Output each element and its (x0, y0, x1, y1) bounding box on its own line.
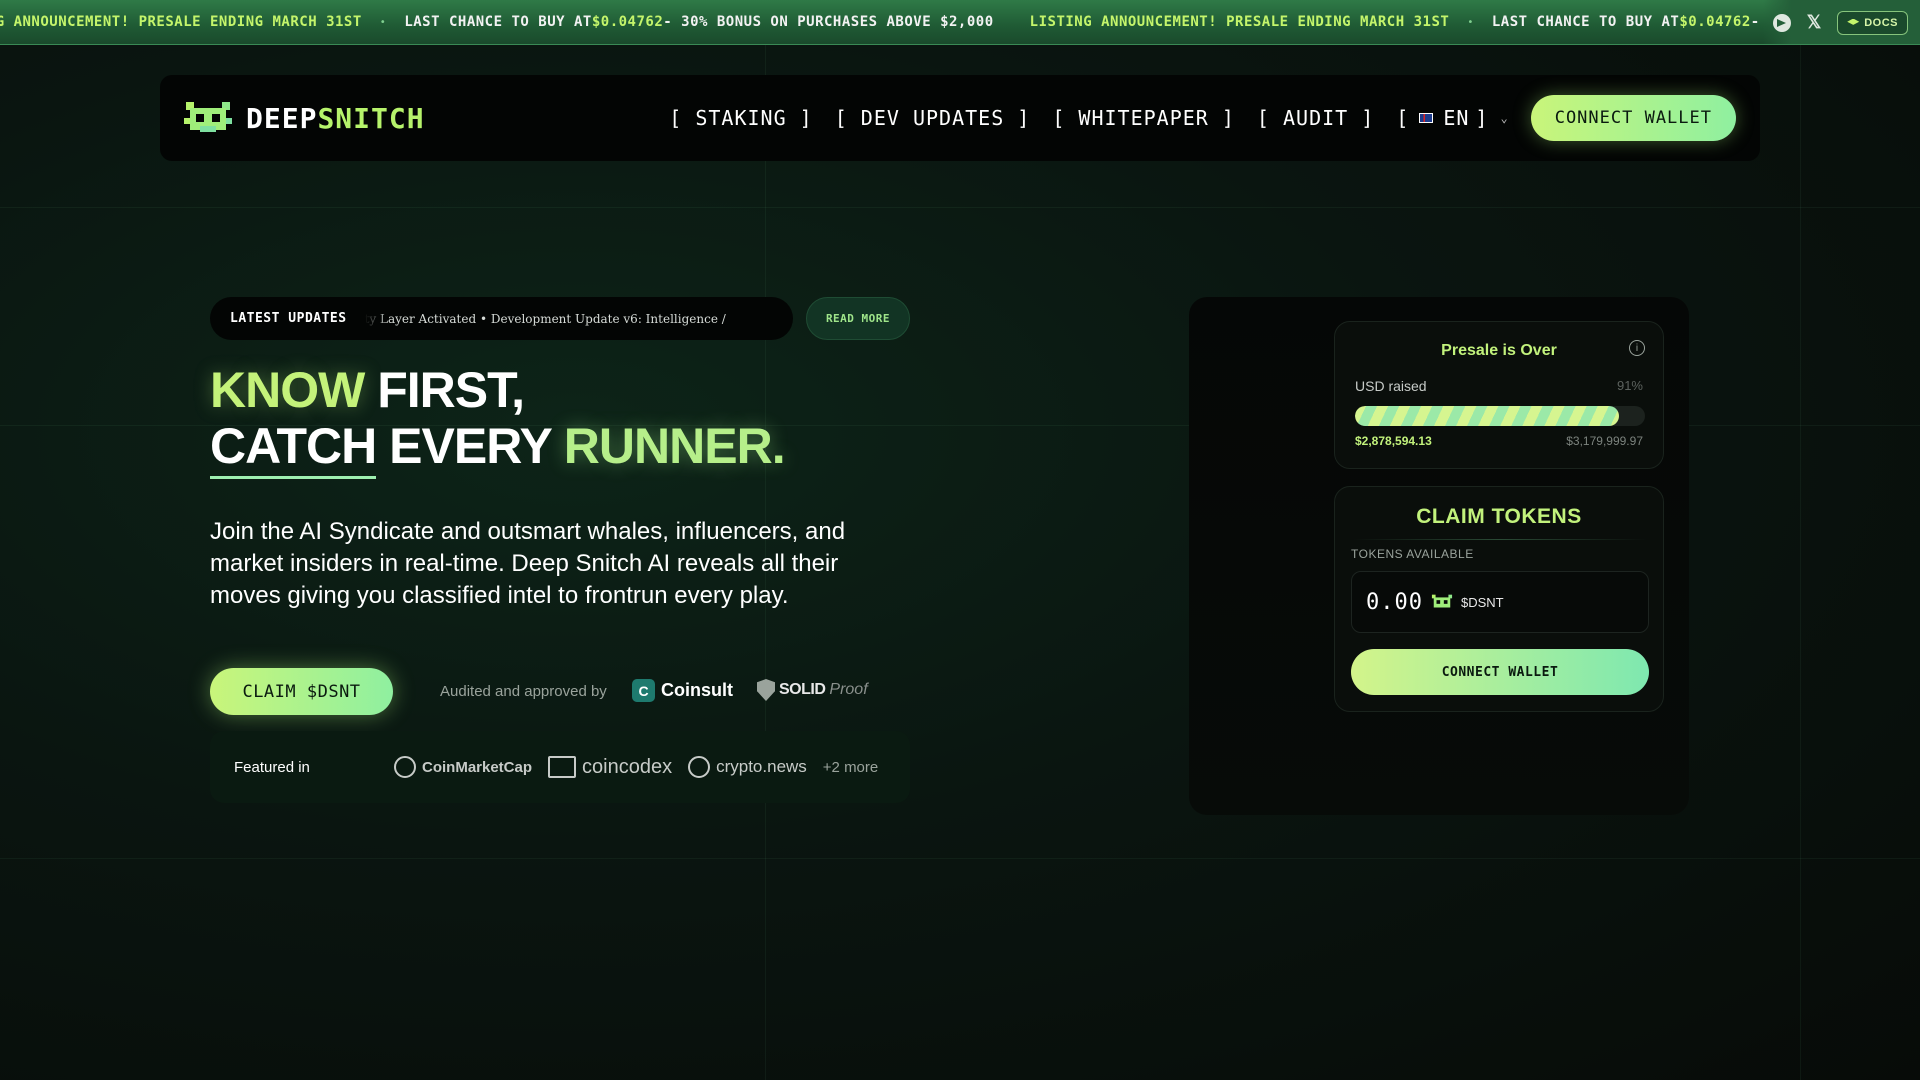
tokens-available-label: TOKENS AVAILABLE (1351, 547, 1474, 561)
grid-line (0, 858, 1920, 859)
announcement-ticker: STING ANNOUNCEMENT! PRESALE ENDING MARCH… (0, 0, 1920, 45)
hero-headline: KNOW FIRST, CATCH EVERY RUNNER. (210, 362, 786, 479)
telegram-icon[interactable] (1772, 13, 1791, 32)
nav-links: [ STAKING ] [ DEV UPDATES ] [ WHITEPAPER… (669, 95, 1736, 141)
dsnt-token-icon (1431, 594, 1453, 608)
coincodex-name: coincodex (582, 755, 673, 778)
progress-percent: 91% (1616, 378, 1643, 393)
solidproof-name-light: Proof (829, 681, 868, 698)
nav-staking[interactable]: [ STAKING ] (669, 106, 812, 130)
logo-text-snitch: SNITCH (317, 101, 425, 135)
progress-bar-fill (1355, 406, 1619, 426)
lang-bracket-open: [ (1396, 106, 1410, 130)
latest-updates-ticker[interactable]: ty Layer Activated • Development Update … (365, 312, 773, 326)
read-more-button[interactable]: READ MORE (806, 297, 910, 340)
audited-label: Audited and approved by (440, 683, 607, 700)
chevron-down-icon: ⌄ (1500, 111, 1509, 125)
grid-line (0, 207, 1920, 208)
cryptonews-icon (688, 756, 711, 778)
claim-tokens-title: CLAIM TOKENS (1416, 505, 1582, 528)
headline-first: FIRST, (364, 362, 525, 418)
claim-dsnt-button[interactable]: CLAIM $DSNT (210, 668, 393, 715)
solidproof-logo[interactable]: SOLID Proof (757, 679, 868, 701)
nav-whitepaper[interactable]: [ WHITEPAPER ] (1052, 106, 1235, 130)
lang-bracket-close: ] (1475, 106, 1489, 130)
headline-accent-runner: RUNNER. (563, 418, 786, 474)
shield-icon (757, 679, 775, 701)
headline-line-1: KNOW FIRST, (210, 362, 785, 418)
presale-title: Presale is Over (1441, 342, 1557, 359)
claim-tokens-card: CLAIM TOKENS TOKENS AVAILABLE 0.00 $DSNT… (1334, 486, 1664, 712)
uk-flag-icon (1419, 113, 1434, 123)
coinmarketcap-name: CoinMarketCap (422, 758, 533, 776)
cryptonews-name: crypto.news (716, 757, 807, 776)
coinsult-name: Coinsult (661, 680, 733, 700)
solidproof-name-bold: SOLID (779, 681, 826, 698)
x-icon[interactable]: 𝕏 (1807, 12, 1822, 33)
nav-dev-updates[interactable]: [ DEV UPDATES ] (835, 106, 1031, 130)
social-links: 𝕏 DOCS (1762, 0, 1920, 44)
language-selector[interactable]: [ EN ] ⌄ (1396, 106, 1508, 130)
tokens-available-field: 0.00 $DSNT (1351, 571, 1649, 633)
coincodex-logo[interactable]: coincodex (548, 756, 672, 779)
docs-button[interactable]: DOCS (1837, 10, 1908, 35)
ticker-text: LISTING ANNOUNCEMENT! PRESALE ENDING MAR… (1029, 14, 1450, 30)
tokens-unit: $DSNT (1460, 594, 1504, 610)
ticker-separator: • (1467, 16, 1474, 28)
progress-bar (1355, 406, 1645, 426)
grid-line (1800, 45, 1801, 1080)
info-icon[interactable]: i (1629, 340, 1645, 356)
graduation-cap-icon (1847, 18, 1860, 25)
docs-label: DOCS (1864, 16, 1898, 29)
coincodex-icon (548, 756, 577, 778)
coinsult-icon: C (632, 679, 655, 702)
headline-accent-know: KNOW (210, 362, 365, 418)
amount-raised: $2,878,594.13 (1355, 434, 1432, 448)
nav-audit[interactable]: [ AUDIT ] (1257, 106, 1374, 130)
ticker-price: $0.04762 (591, 14, 664, 30)
logo[interactable]: DEEPSNITCH (184, 100, 425, 136)
ticker-text: - 3 (1750, 14, 1760, 30)
divider (1353, 539, 1647, 540)
usd-raised-label: USD raised (1355, 378, 1427, 394)
ticker-text: STING ANNOUNCEMENT! PRESALE ENDING MARCH… (0, 14, 362, 30)
ticker-separator: • (379, 16, 387, 28)
headline-line-2: CATCH EVERY RUNNER. (210, 418, 786, 479)
connect-wallet-button[interactable]: CONNECT WALLET (1530, 95, 1736, 141)
coinsult-logo[interactable]: C Coinsult (632, 679, 733, 702)
headline-catch: CATCH (210, 418, 377, 479)
lang-label: EN (1443, 106, 1470, 130)
ticker-text: - 30% BONUS ON PURCHASES ABOVE $2,000 (663, 14, 994, 30)
logo-text-deep: DEEP (246, 101, 318, 135)
amount-goal: $3,179,999.97 (1566, 434, 1643, 448)
ticker-price: $0.04762 (1679, 14, 1751, 30)
claim-connect-wallet-button[interactable]: CONNECT WALLET (1351, 649, 1649, 695)
logo-icon (184, 102, 232, 132)
logo-wordmark: DEEPSNITCH (246, 102, 425, 135)
coinmarketcap-logo[interactable]: CoinMarketCap (394, 756, 532, 778)
ticker-text: LAST CHANCE TO BUY AT (404, 14, 592, 30)
latest-updates-bar: LATEST UPDATES ty Layer Activated • Deve… (210, 297, 793, 340)
main-navbar: DEEPSNITCH [ STAKING ] [ DEV UPDATES ] [… (160, 75, 1760, 161)
coinmarketcap-icon (394, 756, 416, 778)
tokens-available-value: 0.00 (1366, 589, 1423, 615)
hero-description: Join the AI Syndicate and outsmart whale… (210, 518, 846, 609)
featured-label: Featured in (234, 758, 310, 776)
cryptonews-logo[interactable]: crypto.news (688, 756, 807, 778)
headline-every: EVERY (376, 418, 564, 474)
featured-in-bar: Featured in CoinMarketCap coincodex cryp… (210, 731, 910, 803)
featured-more[interactable]: +2 more (823, 759, 878, 776)
ticker-text: LAST CHANCE TO BUY AT (1491, 14, 1680, 30)
ticker-track: STING ANNOUNCEMENT! PRESALE ENDING MARCH… (0, 14, 1760, 30)
latest-updates-label: LATEST UPDATES (230, 311, 347, 326)
presale-status-card: Presale is Over i USD raised 91% $2,878,… (1334, 321, 1664, 469)
